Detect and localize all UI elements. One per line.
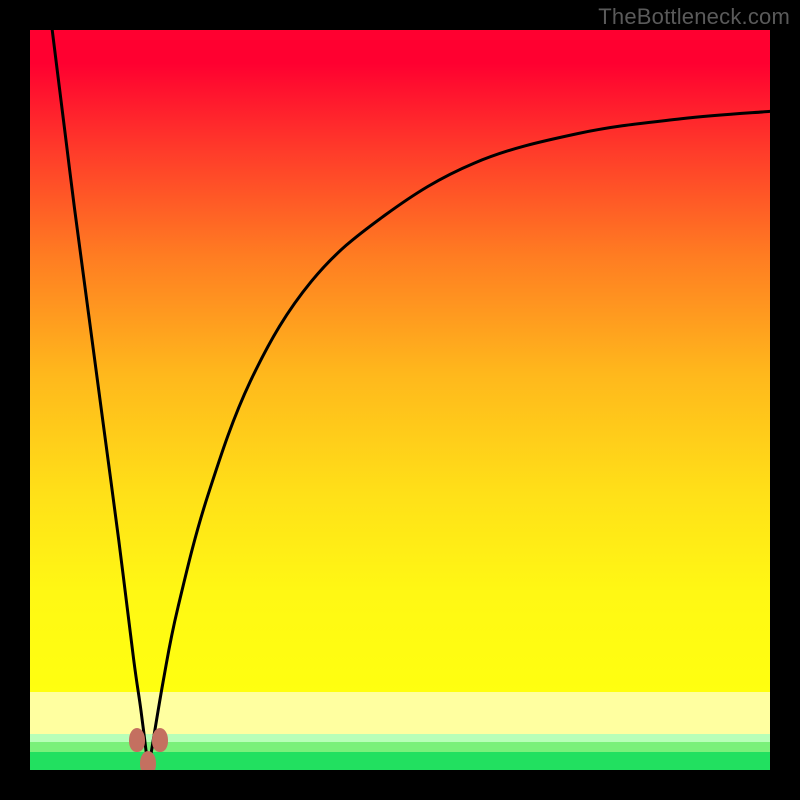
plot-area [30,30,770,770]
curve-left-branch [52,30,148,770]
bottleneck-marker [152,728,168,752]
watermark-text: TheBottleneck.com [598,4,790,30]
curve-right-branch [148,111,770,770]
curve-overlay [30,30,770,770]
chart-frame: TheBottleneck.com [0,0,800,800]
bottleneck-marker [129,728,145,752]
